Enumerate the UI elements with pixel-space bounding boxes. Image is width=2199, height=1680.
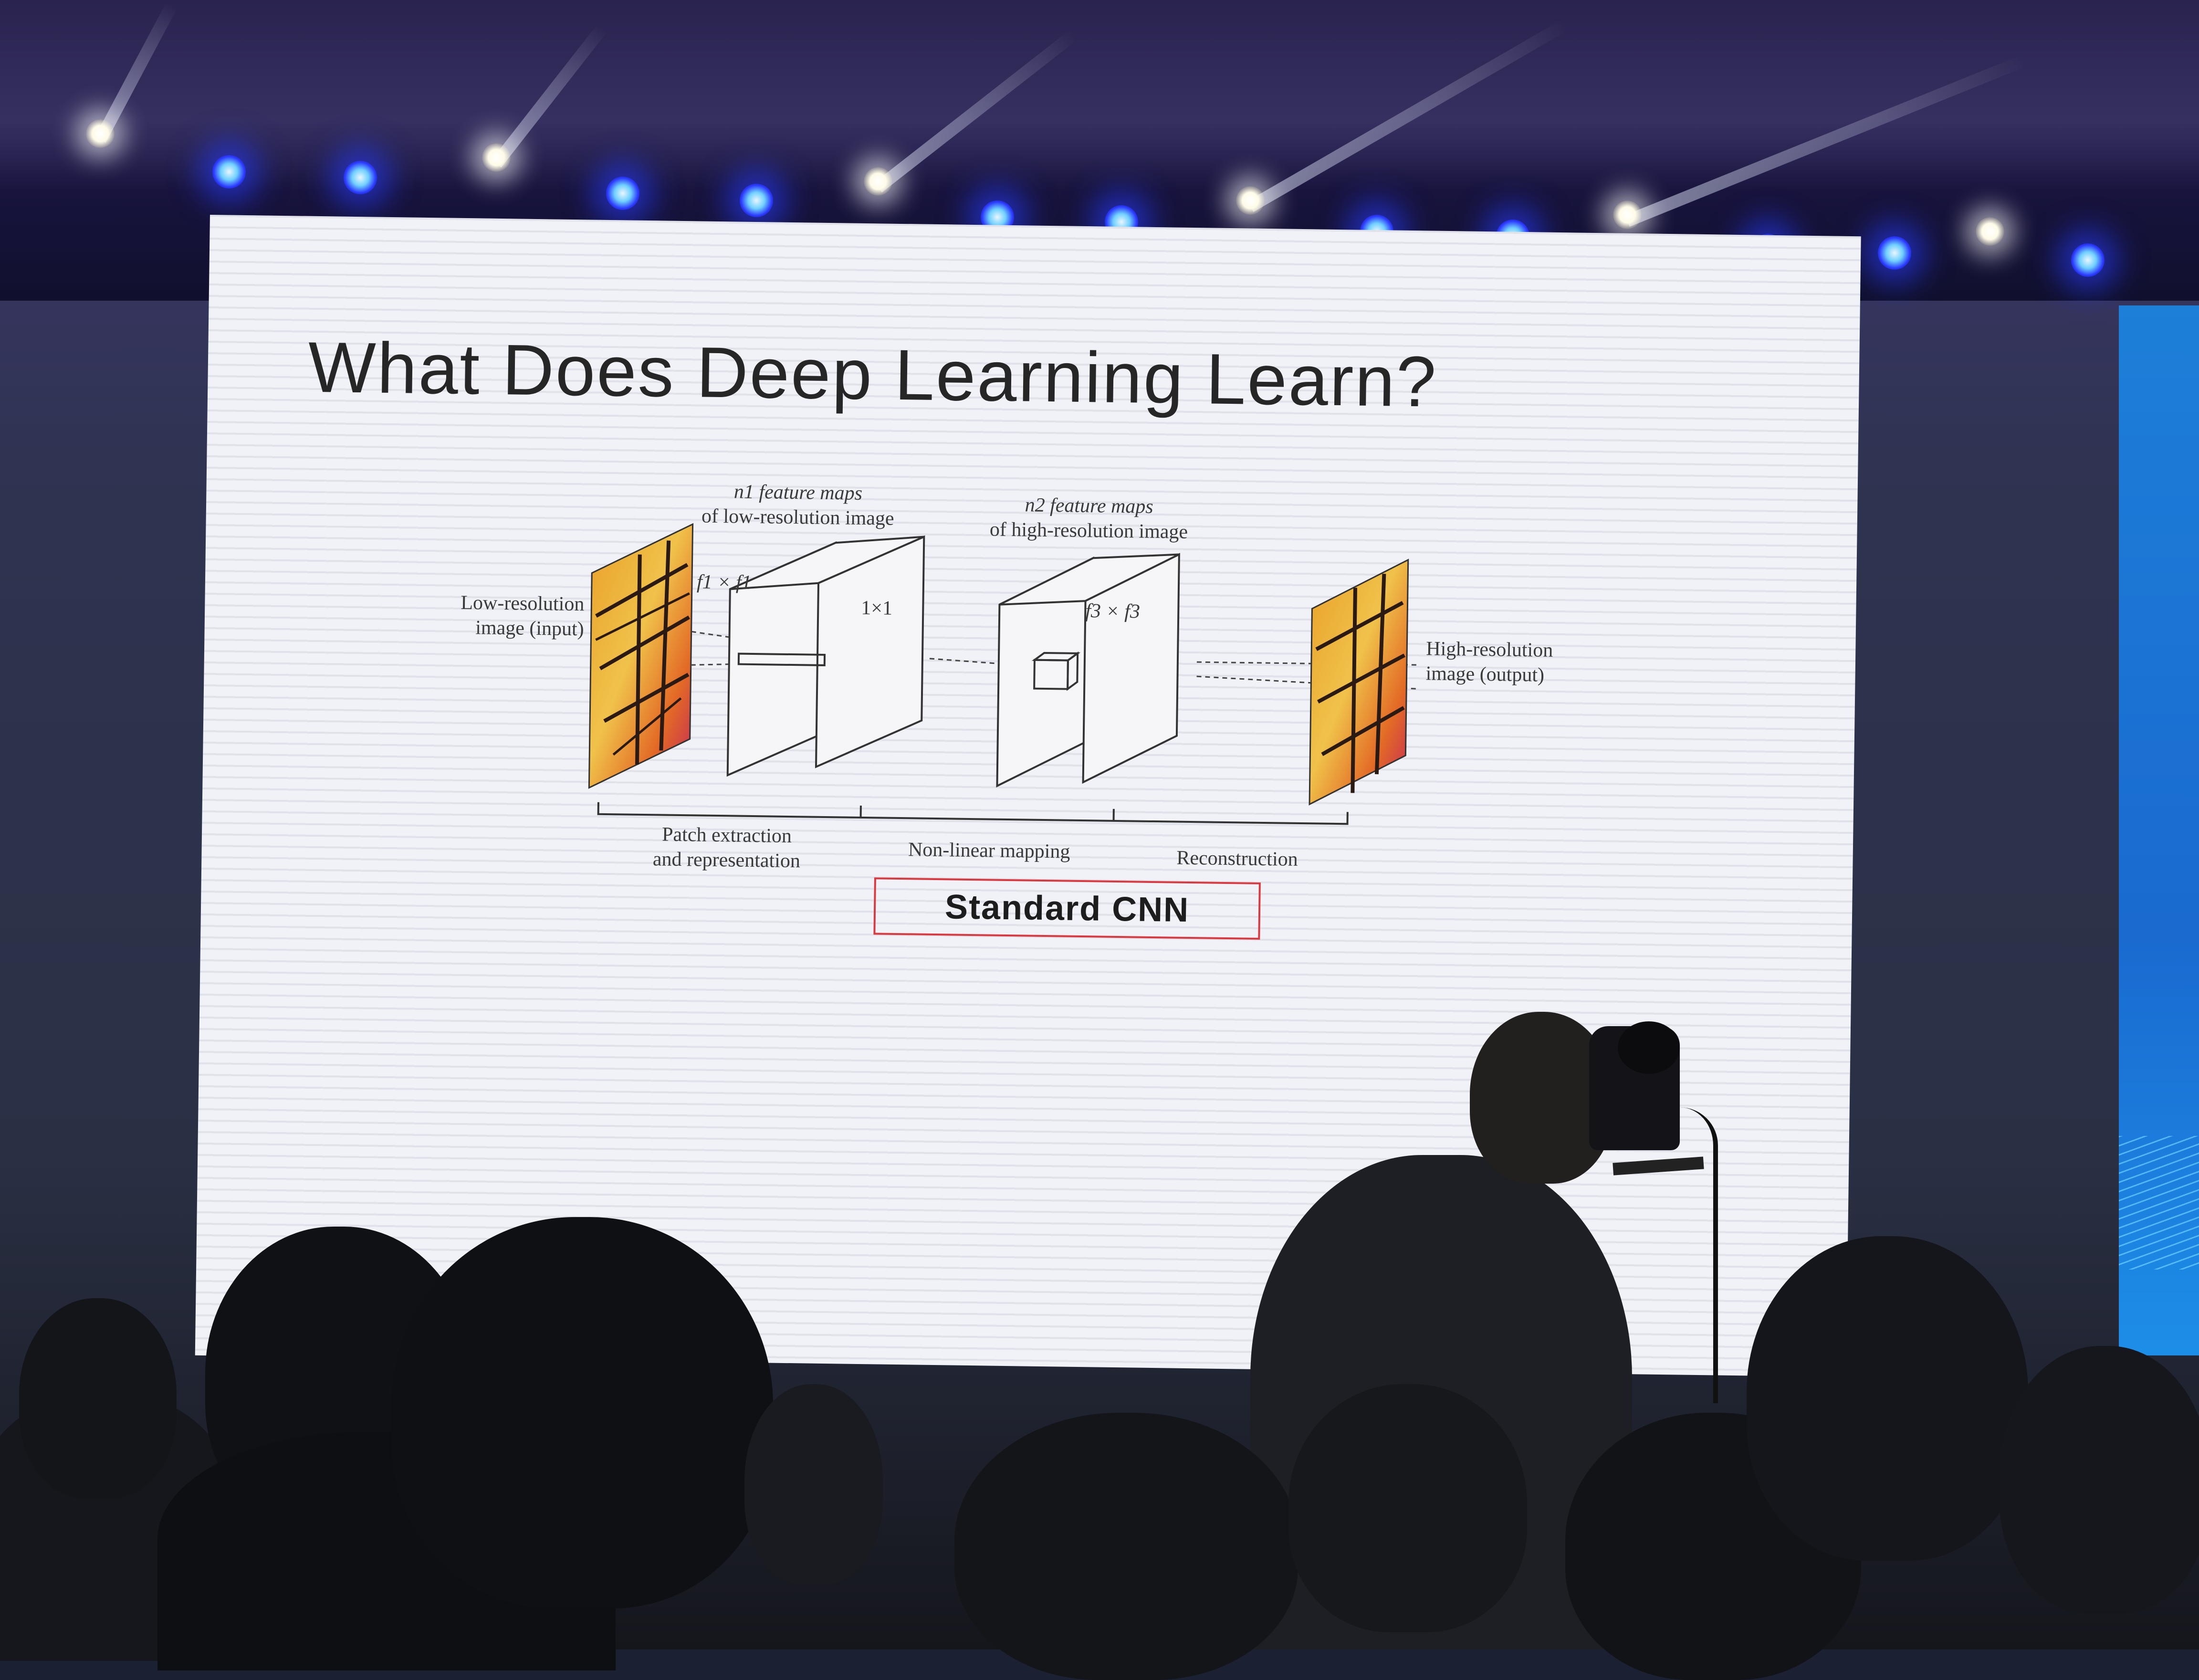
audience	[0, 1193, 2199, 1649]
feature-maps-2-label: n2 feature maps of high-resolution image	[955, 492, 1223, 545]
stage-label-line: and representation	[626, 847, 827, 874]
input-label: Low-resolution image (input)	[371, 589, 584, 642]
audience-member	[391, 1217, 773, 1608]
standard-cnn-box: Standard CNN	[873, 877, 1261, 940]
standard-cnn-label: Standard CNN	[945, 887, 1190, 930]
output-butterfly-image	[1309, 558, 1408, 806]
filter-1-label: f1 × f1	[697, 569, 752, 595]
stage-label-line: Patch extraction	[627, 822, 827, 849]
stage-light	[344, 161, 377, 194]
audience-member	[2000, 1346, 2199, 1613]
audience-member	[1747, 1236, 2028, 1561]
audience-member	[954, 1413, 1298, 1680]
stage-spotlight	[864, 167, 892, 196]
camera-lens	[1618, 1021, 1680, 1074]
stage-spotlight	[1236, 186, 1265, 215]
audience-member	[744, 1384, 883, 1585]
feature-maps-1-label: n1 feature maps of low-resolution image	[664, 479, 932, 532]
filter-3-label: f3 × f3	[1085, 598, 1140, 624]
stage-spotlight	[86, 119, 115, 148]
stage-light	[606, 177, 639, 210]
output-label-line: High-resolution	[1426, 636, 1627, 663]
stage-spotlight	[1976, 217, 2004, 246]
feature-block-1	[728, 534, 924, 777]
feature-maps-2-line: of high-resolution image	[955, 516, 1223, 545]
input-butterfly-image	[589, 523, 692, 789]
stage-spotlight	[482, 143, 511, 172]
feature-maps-1-line: of low-resolution image	[664, 504, 932, 532]
stage-light	[2071, 243, 2105, 277]
stage-reconstruction: Reconstruction	[1141, 845, 1333, 872]
stage-light	[740, 184, 773, 217]
input-label-line: image (input)	[371, 614, 584, 642]
stage-non-linear-mapping: Non-linear mapping	[879, 837, 1099, 864]
stage-patch-extraction: Patch extraction and representation	[626, 822, 827, 874]
audience-member	[19, 1298, 177, 1499]
stage-light	[1878, 236, 1911, 270]
feature-maps-2-line: n2 feature maps	[955, 492, 1223, 520]
output-label: High-resolution image (output)	[1425, 636, 1626, 688]
slide-title: What Does Deep Learning Learn?	[308, 326, 1438, 423]
feature-block-2	[997, 552, 1179, 788]
feature-maps-1-line: n1 feature maps	[664, 479, 932, 507]
input-label-line: Low-resolution	[372, 589, 585, 617]
stage-brackets	[598, 802, 1348, 824]
audience-member	[1288, 1384, 1527, 1632]
filter-2-label: 1×1	[861, 596, 892, 621]
output-label-line: image (output)	[1425, 661, 1626, 688]
stage-light	[212, 155, 246, 189]
stage-spotlight	[1613, 200, 1642, 229]
